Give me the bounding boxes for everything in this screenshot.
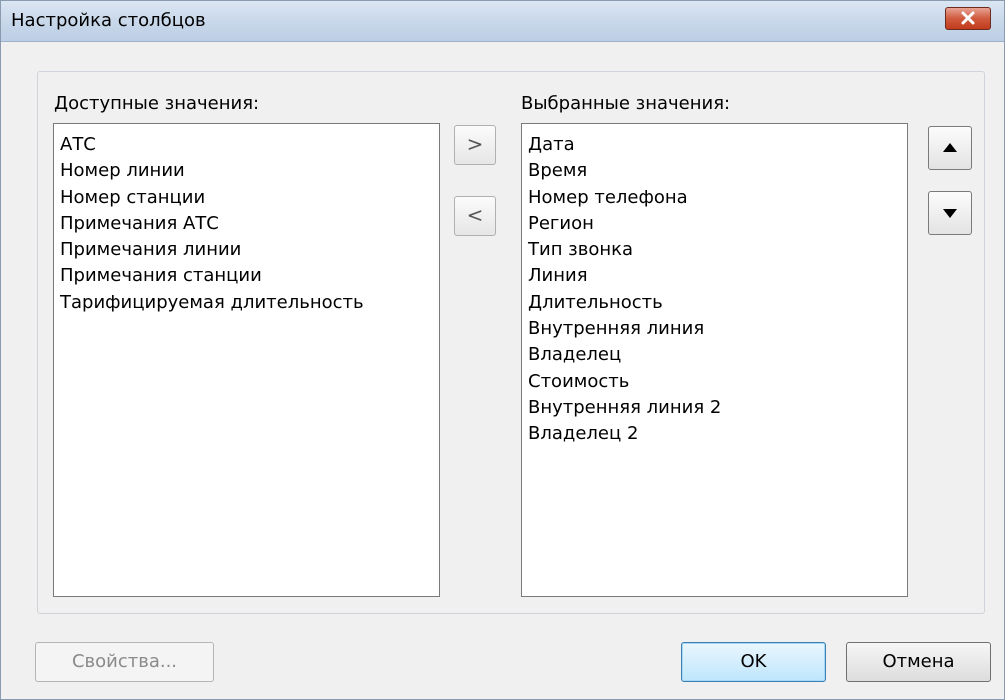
- list-item[interactable]: Тарифицируемая длительность: [60, 290, 439, 316]
- list-item[interactable]: Тип звонка: [528, 237, 907, 263]
- available-values-label: Доступные значения:: [54, 93, 260, 114]
- list-item[interactable]: Владелец: [528, 342, 907, 368]
- list-item[interactable]: Внутренняя линия 2: [528, 395, 907, 421]
- list-item[interactable]: Номер станции: [60, 185, 439, 211]
- selected-values-list[interactable]: Дата Время Номер телефона Регион Тип звонка Л…: [521, 123, 908, 597]
- list-item[interactable]: Примечания станции: [60, 263, 439, 289]
- title-bar[interactable]: Настройка столбцов: [1, 1, 1004, 42]
- triangle-down-icon: [943, 209, 957, 218]
- add-column-button[interactable]: >: [454, 125, 496, 165]
- list-item[interactable]: Стоимость: [528, 369, 907, 395]
- list-item[interactable]: Примечания АТС: [60, 211, 439, 237]
- available-values-list[interactable]: АТС Номер линии Номер станции Примечания АТ…: [53, 123, 440, 597]
- list-item[interactable]: Внутренняя линия: [528, 316, 907, 342]
- properties-button[interactable]: Свойства...: [35, 642, 214, 682]
- close-icon: [961, 11, 975, 25]
- list-item[interactable]: Примечания линии: [60, 237, 439, 263]
- list-item[interactable]: Номер телефона: [528, 185, 907, 211]
- move-down-button[interactable]: [928, 191, 972, 235]
- list-item[interactable]: Владелец 2: [528, 421, 907, 447]
- triangle-up-icon: [943, 143, 957, 152]
- window-title: Настройка столбцов: [11, 10, 206, 31]
- column-settings-dialog: Настройка столбцов Доступные значения: А…: [0, 0, 1005, 700]
- move-up-button[interactable]: [928, 126, 972, 170]
- list-item[interactable]: Линия: [528, 263, 907, 289]
- cancel-button[interactable]: Отмена: [846, 642, 991, 682]
- list-item[interactable]: АТС: [60, 132, 439, 158]
- list-item[interactable]: Регион: [528, 211, 907, 237]
- selected-values-label: Выбранные значения:: [521, 93, 731, 114]
- list-item[interactable]: Время: [528, 158, 907, 184]
- list-item[interactable]: Дата: [528, 132, 907, 158]
- list-item[interactable]: Длительность: [528, 290, 907, 316]
- close-button[interactable]: [945, 7, 991, 30]
- remove-column-button[interactable]: <: [454, 196, 496, 236]
- list-item[interactable]: Номер линии: [60, 158, 439, 184]
- ok-button[interactable]: OK: [681, 642, 826, 682]
